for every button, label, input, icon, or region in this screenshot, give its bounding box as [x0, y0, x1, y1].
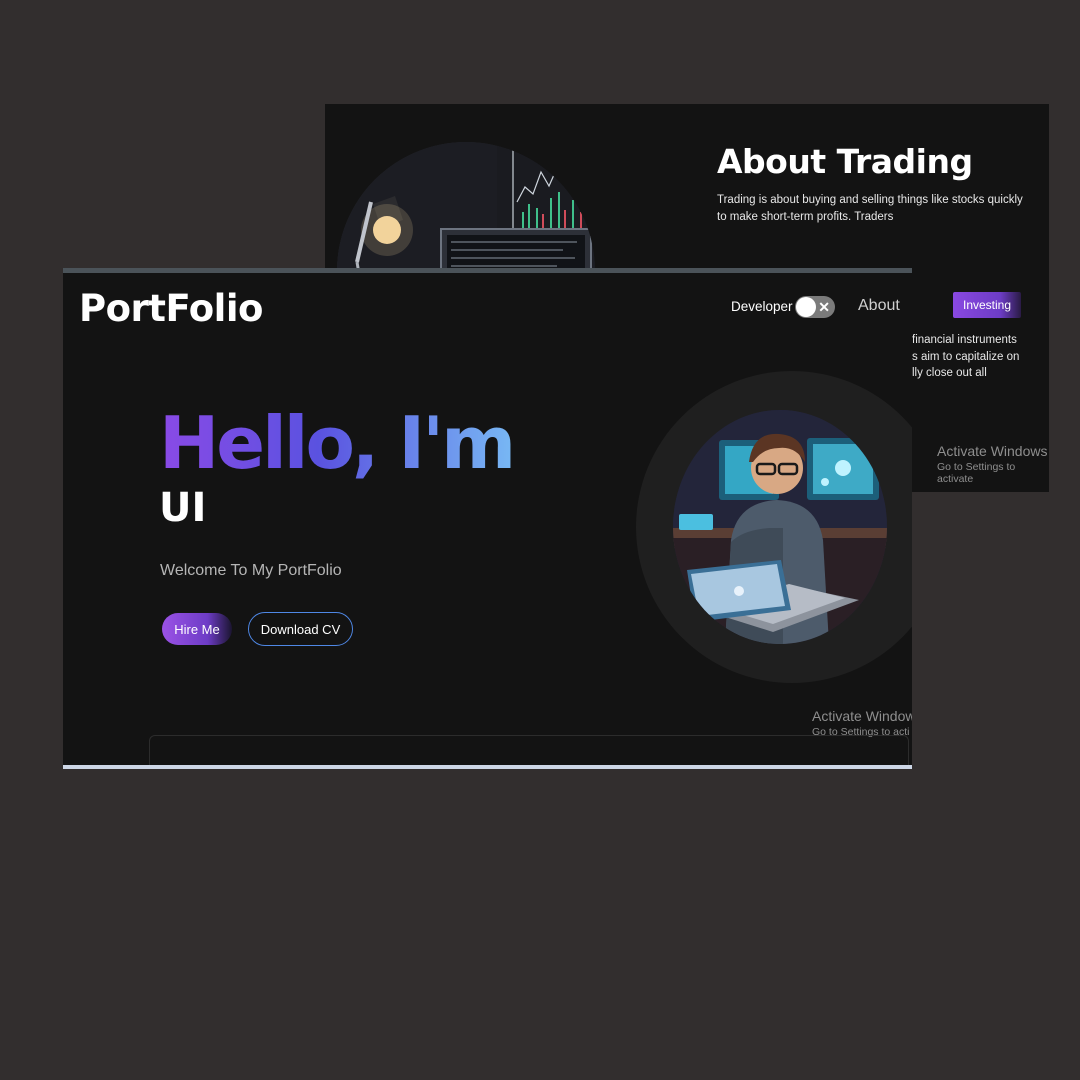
activate-title: Activate Windows [937, 443, 1048, 459]
download-cv-button[interactable]: Download CV [248, 612, 353, 646]
hero-welcome-text: Welcome To My PortFolio [160, 562, 342, 579]
developer-avatar [673, 410, 887, 644]
stats-card [149, 735, 909, 765]
trading-intro: Trading is about buying and selling thin… [717, 194, 1023, 223]
trading-line: lly close out all [912, 367, 987, 379]
hero-role: UI [159, 485, 207, 531]
close-icon: ✕ [818, 299, 830, 315]
trading-line: s aim to capitalize on [912, 350, 1020, 363]
trading-title: About Trading [717, 142, 973, 181]
screenshot-canvas: About Trading Trading is about buying an… [0, 0, 1080, 1080]
developer-illustration [673, 410, 887, 644]
activate-windows-watermark: Activate Window Go to Settings to acti [812, 708, 912, 738]
nav-link-investing[interactable]: Investing [953, 292, 1021, 318]
activate-windows-watermark: Activate Windows Go to Settings to activ… [937, 443, 1049, 485]
toggle-label: Developer [731, 299, 793, 314]
site-logo[interactable]: PortFolio [79, 287, 263, 330]
activate-subtitle: Go to Settings to activate [937, 461, 1016, 485]
portfolio-window: PortFolio Developer ✕ About Hello, I'm U… [63, 268, 912, 769]
hero-greeting: Hello, I'm [159, 401, 516, 485]
trading-line: financial instruments [912, 334, 1017, 346]
hire-me-button[interactable]: Hire Me [162, 613, 232, 645]
trading-body-partial: financial instruments s aim to capitaliz… [912, 332, 1047, 382]
activate-title: Activate Window [812, 708, 912, 724]
developer-mode-toggle[interactable]: ✕ [795, 296, 835, 318]
nav-link-about[interactable]: About [858, 297, 900, 315]
toggle-knob [796, 297, 816, 317]
